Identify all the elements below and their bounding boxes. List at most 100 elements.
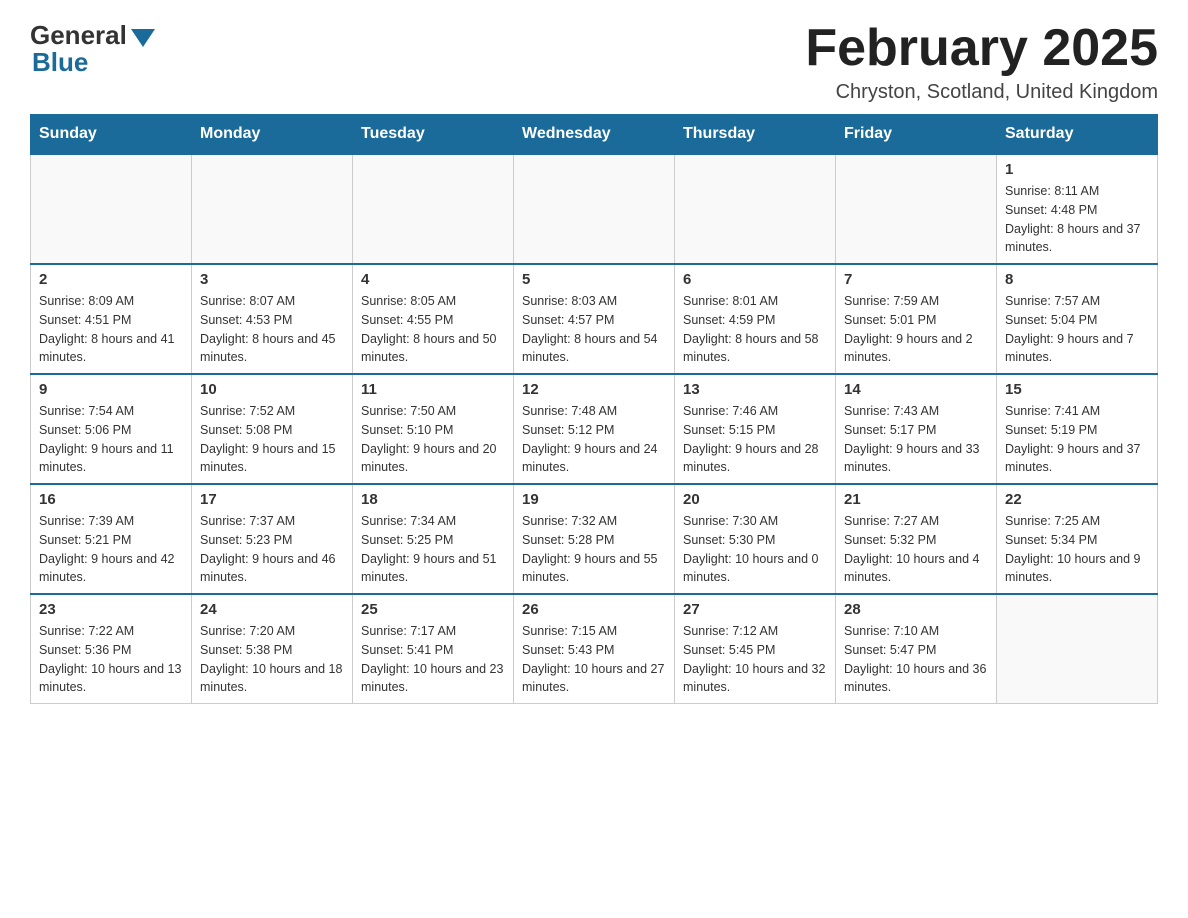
page-header: General Blue February 2025 Chryston, Sco… — [30, 20, 1158, 104]
day-number: 19 — [522, 491, 666, 508]
weekday-header-row: SundayMondayTuesdayWednesdayThursdayFrid… — [31, 115, 1158, 155]
calendar-cell: 5 Sunrise: 8:03 AM Sunset: 4:57 PM Daylig… — [514, 264, 675, 374]
day-info: Sunrise: 7:48 AM Sunset: 5:12 PM Dayligh… — [522, 402, 666, 477]
day-number: 9 — [39, 381, 183, 398]
calendar-cell: 9 Sunrise: 7:54 AM Sunset: 5:06 PM Daylig… — [31, 374, 192, 484]
day-number: 4 — [361, 271, 505, 288]
day-info: Sunrise: 7:37 AM Sunset: 5:23 PM Dayligh… — [200, 512, 344, 587]
calendar-cell: 18 Sunrise: 7:34 AM Sunset: 5:25 PM Dayli… — [353, 484, 514, 594]
day-info: Sunrise: 8:03 AM Sunset: 4:57 PM Dayligh… — [522, 292, 666, 367]
logo-triangle-icon — [131, 29, 155, 47]
logo: General Blue — [30, 20, 155, 78]
logo-blue-text: Blue — [32, 47, 88, 78]
weekday-header-tuesday: Tuesday — [353, 115, 514, 155]
day-info: Sunrise: 7:12 AM Sunset: 5:45 PM Dayligh… — [683, 622, 827, 697]
calendar-cell — [353, 154, 514, 264]
weekday-header-monday: Monday — [192, 115, 353, 155]
calendar-cell: 28 Sunrise: 7:10 AM Sunset: 5:47 PM Dayli… — [836, 594, 997, 704]
calendar-cell — [514, 154, 675, 264]
day-info: Sunrise: 7:57 AM Sunset: 5:04 PM Dayligh… — [1005, 292, 1149, 367]
day-info: Sunrise: 7:20 AM Sunset: 5:38 PM Dayligh… — [200, 622, 344, 697]
day-number: 11 — [361, 381, 505, 398]
day-number: 22 — [1005, 491, 1149, 508]
day-info: Sunrise: 7:34 AM Sunset: 5:25 PM Dayligh… — [361, 512, 505, 587]
calendar-cell: 25 Sunrise: 7:17 AM Sunset: 5:41 PM Dayli… — [353, 594, 514, 704]
day-number: 28 — [844, 601, 988, 618]
calendar-cell: 22 Sunrise: 7:25 AM Sunset: 5:34 PM Dayli… — [997, 484, 1158, 594]
day-info: Sunrise: 8:11 AM Sunset: 4:48 PM Dayligh… — [1005, 182, 1149, 257]
day-number: 12 — [522, 381, 666, 398]
calendar-cell — [31, 154, 192, 264]
day-number: 5 — [522, 271, 666, 288]
calendar-cell: 3 Sunrise: 8:07 AM Sunset: 4:53 PM Daylig… — [192, 264, 353, 374]
title-section: February 2025 Chryston, Scotland, United… — [805, 20, 1158, 104]
calendar-week-2: 2 Sunrise: 8:09 AM Sunset: 4:51 PM Daylig… — [31, 264, 1158, 374]
day-number: 2 — [39, 271, 183, 288]
day-info: Sunrise: 7:50 AM Sunset: 5:10 PM Dayligh… — [361, 402, 505, 477]
calendar-cell: 13 Sunrise: 7:46 AM Sunset: 5:15 PM Dayli… — [675, 374, 836, 484]
calendar-cell: 14 Sunrise: 7:43 AM Sunset: 5:17 PM Dayli… — [836, 374, 997, 484]
day-number: 27 — [683, 601, 827, 618]
calendar-cell: 1 Sunrise: 8:11 AM Sunset: 4:48 PM Daylig… — [997, 154, 1158, 264]
location-text: Chryston, Scotland, United Kingdom — [805, 81, 1158, 104]
day-info: Sunrise: 7:17 AM Sunset: 5:41 PM Dayligh… — [361, 622, 505, 697]
day-number: 26 — [522, 601, 666, 618]
day-info: Sunrise: 7:39 AM Sunset: 5:21 PM Dayligh… — [39, 512, 183, 587]
calendar-cell — [836, 154, 997, 264]
calendar-cell: 15Sunrise: 7:41 AM Sunset: 5:19 PM Dayli… — [997, 374, 1158, 484]
day-info: Sunrise: 7:54 AM Sunset: 5:06 PM Dayligh… — [39, 402, 183, 477]
day-number: 10 — [200, 381, 344, 398]
calendar-cell: 24 Sunrise: 7:20 AM Sunset: 5:38 PM Dayli… — [192, 594, 353, 704]
day-number: 6 — [683, 271, 827, 288]
calendar-cell: 19 Sunrise: 7:32 AM Sunset: 5:28 PM Dayli… — [514, 484, 675, 594]
calendar-week-3: 9 Sunrise: 7:54 AM Sunset: 5:06 PM Daylig… — [31, 374, 1158, 484]
day-number: 18 — [361, 491, 505, 508]
day-number: 21 — [844, 491, 988, 508]
day-number: 25 — [361, 601, 505, 618]
day-info: Sunrise: 7:52 AM Sunset: 5:08 PM Dayligh… — [200, 402, 344, 477]
calendar-cell: 27 Sunrise: 7:12 AM Sunset: 5:45 PM Dayli… — [675, 594, 836, 704]
day-info: Sunrise: 7:32 AM Sunset: 5:28 PM Dayligh… — [522, 512, 666, 587]
day-info: Sunrise: 7:27 AM Sunset: 5:32 PM Dayligh… — [844, 512, 988, 587]
day-info: Sunrise: 7:59 AM Sunset: 5:01 PM Dayligh… — [844, 292, 988, 367]
calendar-week-1: 1 Sunrise: 8:11 AM Sunset: 4:48 PM Daylig… — [31, 154, 1158, 264]
calendar-cell: 6Sunrise: 8:01 AM Sunset: 4:59 PM Daylig… — [675, 264, 836, 374]
calendar-cell: 10 Sunrise: 7:52 AM Sunset: 5:08 PM Dayli… — [192, 374, 353, 484]
day-info: Sunrise: 7:15 AM Sunset: 5:43 PM Dayligh… — [522, 622, 666, 697]
calendar-cell — [997, 594, 1158, 704]
day-number: 20 — [683, 491, 827, 508]
day-number: 24 — [200, 601, 344, 618]
weekday-header-wednesday: Wednesday — [514, 115, 675, 155]
day-number: 13 — [683, 381, 827, 398]
day-number: 23 — [39, 601, 183, 618]
day-info: Sunrise: 7:10 AM Sunset: 5:47 PM Dayligh… — [844, 622, 988, 697]
calendar-cell: 7 Sunrise: 7:59 AM Sunset: 5:01 PM Daylig… — [836, 264, 997, 374]
calendar-cell: 2 Sunrise: 8:09 AM Sunset: 4:51 PM Daylig… — [31, 264, 192, 374]
calendar-cell — [192, 154, 353, 264]
calendar-cell: 11 Sunrise: 7:50 AM Sunset: 5:10 PM Dayli… — [353, 374, 514, 484]
day-number: 8 — [1005, 271, 1149, 288]
month-title: February 2025 — [805, 20, 1158, 77]
weekday-header-saturday: Saturday — [997, 115, 1158, 155]
day-info: Sunrise: 8:07 AM Sunset: 4:53 PM Dayligh… — [200, 292, 344, 367]
calendar-table: SundayMondayTuesdayWednesdayThursdayFrid… — [30, 114, 1158, 704]
day-info: Sunrise: 7:30 AM Sunset: 5:30 PM Dayligh… — [683, 512, 827, 587]
day-number: 14 — [844, 381, 988, 398]
day-info: Sunrise: 7:43 AM Sunset: 5:17 PM Dayligh… — [844, 402, 988, 477]
calendar-cell: 8 Sunrise: 7:57 AM Sunset: 5:04 PM Daylig… — [997, 264, 1158, 374]
day-number: 15 — [1005, 381, 1149, 398]
day-number: 1 — [1005, 161, 1149, 178]
day-number: 7 — [844, 271, 988, 288]
calendar-cell: 26 Sunrise: 7:15 AM Sunset: 5:43 PM Dayli… — [514, 594, 675, 704]
weekday-header-sunday: Sunday — [31, 115, 192, 155]
day-info: Sunrise: 7:25 AM Sunset: 5:34 PM Dayligh… — [1005, 512, 1149, 587]
day-info: Sunrise: 8:09 AM Sunset: 4:51 PM Dayligh… — [39, 292, 183, 367]
calendar-week-4: 16 Sunrise: 7:39 AM Sunset: 5:21 PM Dayli… — [31, 484, 1158, 594]
calendar-cell: 20 Sunrise: 7:30 AM Sunset: 5:30 PM Dayli… — [675, 484, 836, 594]
day-number: 16 — [39, 491, 183, 508]
weekday-header-thursday: Thursday — [675, 115, 836, 155]
calendar-cell — [675, 154, 836, 264]
day-number: 3 — [200, 271, 344, 288]
day-info: Sunrise: 7:46 AM Sunset: 5:15 PM Dayligh… — [683, 402, 827, 477]
calendar-cell: 23Sunrise: 7:22 AM Sunset: 5:36 PM Dayli… — [31, 594, 192, 704]
